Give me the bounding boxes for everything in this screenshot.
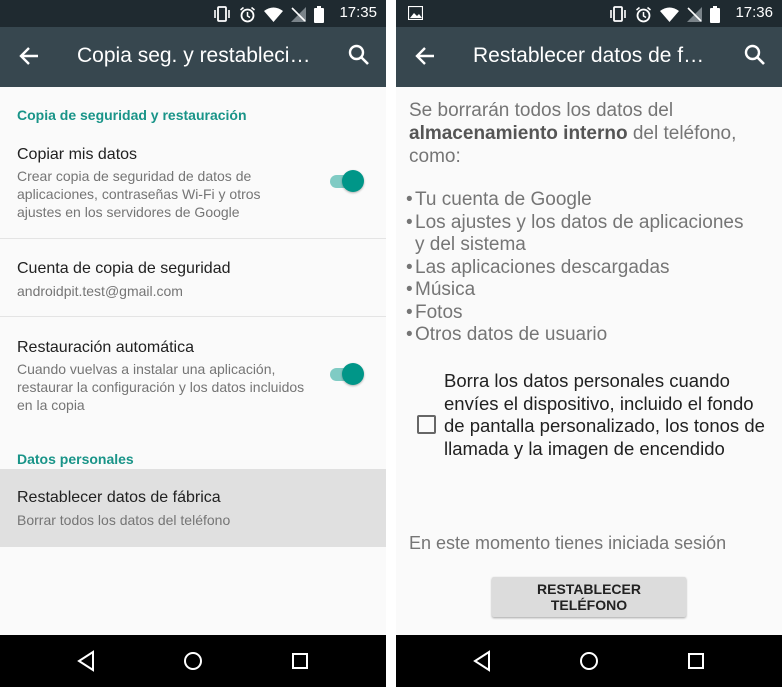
status-time: 17:36 [735, 4, 773, 21]
status-time: 17:35 [339, 4, 377, 21]
intro-bold: almacenamiento interno [409, 123, 628, 144]
list-item: • Los ajustes y los datos de aplicaciones [406, 211, 744, 233]
section-header-personal: Datos personales [17, 451, 134, 467]
list-item: • Fotos [406, 301, 463, 323]
status-bar: 17:35 [0, 0, 386, 27]
search-icon[interactable] [348, 44, 370, 66]
intro-text: Se borrarán todos los datos del almacena… [409, 99, 736, 168]
nav-home-icon[interactable] [578, 650, 600, 672]
setting-title: Restablecer datos de fábrica [17, 489, 221, 506]
reset-phone-button[interactable]: RESTABLECER TELÉFONO [492, 577, 686, 617]
image-notification-icon [408, 6, 423, 20]
intro-line-1: Se borrarán todos los datos del [409, 100, 674, 121]
screen-gap [386, 0, 396, 687]
backup-data-toggle[interactable] [328, 169, 364, 193]
auto-restore-setting[interactable]: Restauración automática Cuando vuelvas a… [0, 317, 386, 427]
page-title: Copia seg. y restablecimiento [77, 44, 315, 67]
factory-reset-setting[interactable]: Restablecer datos de fábrica Borrar todo… [0, 469, 386, 547]
auto-restore-toggle[interactable] [328, 362, 364, 386]
back-arrow-icon[interactable] [18, 45, 40, 67]
back-arrow-icon[interactable] [414, 45, 436, 67]
intro-line-2: del teléfono, [627, 123, 737, 144]
setting-summary: Cuando vuelvas a instalar una aplicación… [17, 361, 305, 413]
section-header-backup: Copia de seguridad y restauración [17, 107, 247, 123]
list-item: • Las aplicaciones descargadas [406, 256, 670, 278]
setting-title: Copiar mis datos [17, 146, 138, 163]
nav-home-icon[interactable] [182, 650, 204, 672]
search-icon[interactable] [744, 44, 766, 66]
checkbox-label: Borra los datos personales cuando envíes… [444, 370, 765, 459]
no-signal-icon [687, 6, 702, 22]
backup-data-setting[interactable]: Copiar mis datos Crear copia de segurida… [0, 138, 386, 238]
alarm-icon [240, 6, 255, 22]
erase-personal-data-checkbox[interactable] [417, 415, 436, 434]
list-item: y del sistema [415, 234, 526, 255]
navigation-bar [396, 635, 782, 687]
app-bar: Copia seg. y restablecimiento [0, 27, 386, 87]
vibrate-icon [214, 6, 230, 22]
setting-summary: androidpit.test@gmail.com [17, 283, 183, 299]
intro-line-3: como: [409, 146, 461, 167]
backup-reset-screen: 17:35 Copia seg. y restablecimiento Copi… [0, 0, 386, 687]
factory-reset-screen: 17:36 Restablecer datos de fábrica Se bo… [396, 0, 782, 687]
list-item: • Música [406, 279, 476, 300]
nav-recents-icon[interactable] [685, 650, 707, 672]
setting-summary: Crear copia de seguridad de datos de apl… [17, 168, 261, 220]
app-bar: Restablecer datos de fábrica [396, 27, 782, 87]
nav-recents-icon[interactable] [289, 650, 311, 672]
status-bar: 17:36 [396, 0, 782, 27]
session-text: En este momento tienes iniciada sesión [409, 533, 727, 553]
backup-account-setting[interactable]: Cuenta de copia de seguridad androidpit.… [0, 239, 386, 316]
alarm-icon [636, 6, 651, 22]
wifi-icon [660, 7, 679, 22]
battery-icon [710, 5, 720, 23]
nav-back-icon[interactable] [75, 650, 97, 672]
no-signal-icon [291, 6, 306, 22]
setting-title: Cuenta de copia de seguridad [17, 260, 231, 277]
setting-title: Restauración automática [17, 339, 194, 356]
wifi-icon [264, 7, 283, 22]
list-item: • Tu cuenta de Google [406, 189, 592, 210]
data-list: • Tu cuenta de Google • Los ajustes y los … [406, 189, 743, 347]
navigation-bar [0, 635, 386, 687]
vibrate-icon [610, 6, 626, 22]
battery-icon [314, 5, 324, 23]
setting-summary: Borrar todos los datos del teléfono [17, 512, 231, 528]
page-title: Restablecer datos de fábrica [473, 44, 705, 67]
nav-back-icon[interactable] [471, 650, 493, 672]
list-item: • Otros datos de usuario [406, 324, 608, 345]
